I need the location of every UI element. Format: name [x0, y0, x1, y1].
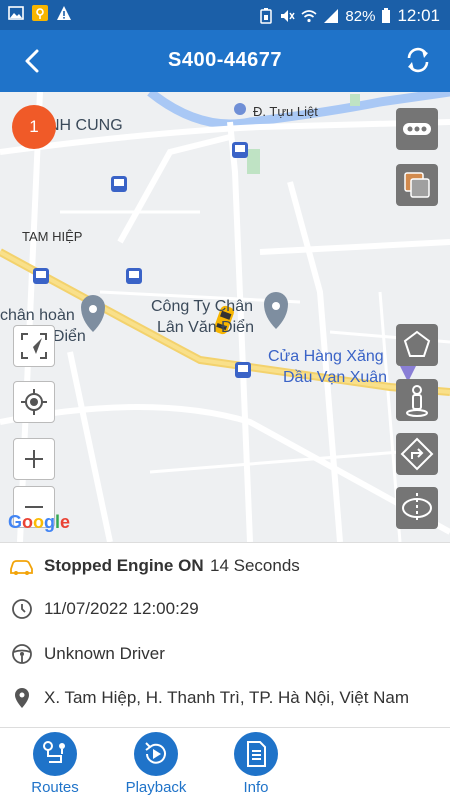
vehicle-info-panel: Stopped Engine ON 14 Seconds 11/07/2022 …: [0, 542, 450, 728]
pentagon-icon: [403, 330, 431, 357]
playback-icon: [134, 732, 178, 776]
document-icon: [234, 732, 278, 776]
routes-icon: [33, 732, 77, 776]
driver-name: Unknown Driver: [44, 644, 165, 663]
map-layers-button[interactable]: [396, 164, 438, 206]
nav-routes-label: Routes: [31, 779, 79, 796]
rotate-icon: [402, 493, 432, 523]
map-view[interactable]: Đ. Tựu Liệt NH CUNG TAM HIỆP Công Ty Châ…: [0, 92, 450, 542]
battery-icon: [382, 8, 391, 23]
signal-icon: [324, 9, 339, 23]
image-icon: [8, 6, 24, 20]
status-row: Stopped Engine ON 14 Seconds: [0, 546, 450, 586]
timestamp: 11/07/2022 12:00:29: [44, 599, 199, 618]
datetime-row: 11/07/2022 12:00:29: [0, 589, 450, 629]
battery-percent: 82%: [345, 7, 376, 25]
my-location-button[interactable]: [13, 381, 55, 423]
steering-wheel-icon: [12, 644, 32, 664]
street-view-button[interactable]: [396, 379, 438, 421]
address: X. Tam Hiệp, H. Thanh Trì, TP. Hà Nội, V…: [44, 688, 410, 707]
clock: 12:01: [397, 6, 440, 25]
area-label: NH CUNG: [48, 117, 123, 134]
nav-info-label: Info: [243, 779, 269, 796]
poi-label: Lân Văn Điển: [157, 319, 254, 336]
vehicle-title: S400-44677: [168, 49, 282, 71]
gas-station-label: Cửa Hàng Xăng: [268, 348, 384, 365]
plus-icon: [25, 450, 43, 468]
nav-info[interactable]: Info: [211, 728, 301, 801]
refresh-button[interactable]: [402, 44, 434, 76]
notification-icons: [8, 5, 72, 21]
directions-icon: [400, 437, 434, 471]
nav-routes[interactable]: Routes: [10, 728, 100, 801]
geofence-button[interactable]: [396, 324, 438, 366]
poi-label: chân hoàn: [0, 307, 75, 324]
fullscreen-icon: [21, 333, 47, 359]
warning-icon: [57, 6, 71, 20]
fullscreen-button[interactable]: [13, 325, 55, 367]
area-label-tam-hiep: TAM HIỆP: [22, 229, 83, 244]
layers-icon: [404, 172, 430, 198]
directions-button[interactable]: [396, 433, 438, 475]
crosshair-icon: [21, 389, 47, 415]
location-pin-icon: [15, 688, 29, 708]
nav-playback[interactable]: Playback: [111, 728, 201, 801]
google-logo: Google: [8, 512, 71, 532]
app-bar: S400-44677: [0, 30, 450, 92]
car-icon: [10, 560, 33, 575]
status-bar: 82% 12:01: [0, 0, 450, 30]
poi-label: Công Ty Chân: [151, 298, 253, 315]
street-label: Đ. Tựu Liệt: [253, 104, 318, 119]
wifi-icon: [301, 10, 317, 23]
battery-saver-icon: [260, 8, 273, 24]
dots-icon: [403, 123, 431, 135]
location-app-icon: [32, 5, 48, 21]
alert-count-badge[interactable]: 1: [12, 105, 56, 149]
address-row: X. Tam Hiệp, H. Thanh Trì, TP. Hà Nội, V…: [0, 678, 450, 718]
driver-row: Unknown Driver: [0, 634, 450, 674]
nav-playback-label: Playback: [125, 779, 187, 796]
status-duration: 14 Seconds: [210, 556, 300, 575]
rotate-view-button[interactable]: [396, 487, 438, 529]
bottom-navigation: Routes Playback Info: [0, 727, 450, 801]
engine-status: Stopped Engine ON: [44, 556, 204, 575]
zoom-in-button[interactable]: [13, 438, 55, 480]
person-icon: [406, 385, 428, 417]
mute-icon: [281, 10, 296, 22]
clock-icon: [12, 599, 32, 619]
more-options-button[interactable]: [396, 108, 438, 150]
gas-station-label: Dầu Vạn Xuân: [283, 369, 388, 386]
